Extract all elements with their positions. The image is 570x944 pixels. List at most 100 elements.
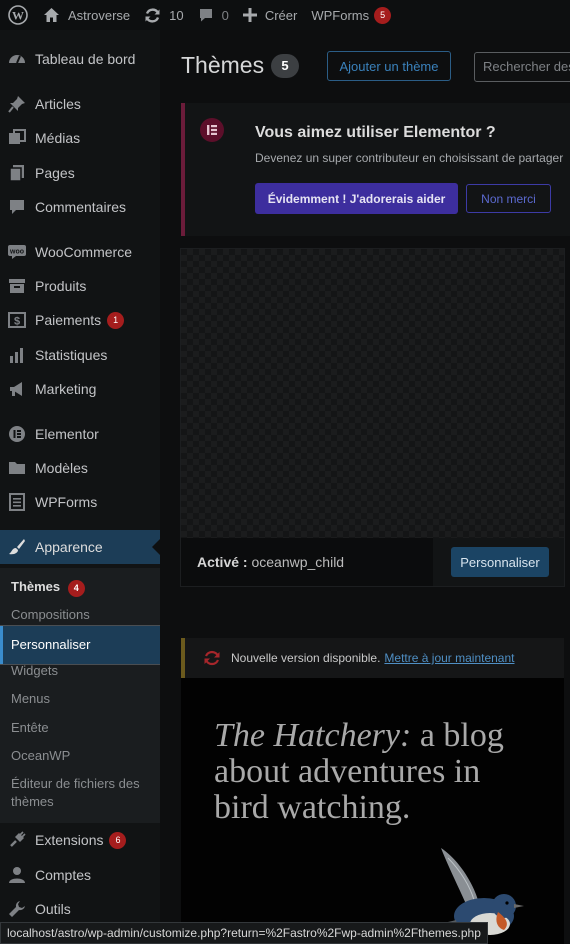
archive-icon <box>0 277 34 295</box>
sidebar-item-label: Produits <box>35 278 87 294</box>
wpforms-label: WPForms <box>311 7 370 23</box>
sidebar-item-label: Modèles <box>35 460 88 476</box>
extensions-badge: 6 <box>109 831 127 849</box>
theme-actions: Personnaliser <box>433 538 564 586</box>
pin-icon <box>0 95 34 113</box>
media-icon <box>0 129 34 147</box>
paiements-badge: 1 <box>107 311 125 329</box>
sidebar-item-label: Statistiques <box>35 347 108 363</box>
sidebar-item-woocommerce[interactable]: woo WooCommerce <box>0 235 160 269</box>
active-theme-name: oceanwp_child <box>251 554 345 570</box>
refresh-icon <box>144 7 161 24</box>
submenu-label: Thèmes <box>11 579 61 594</box>
plugin-icon <box>0 831 34 849</box>
decline-button[interactable]: Non merci <box>466 184 551 213</box>
elementor-icon <box>200 118 224 142</box>
notice-title: Vous aimez utiliser Elementor ? <box>255 124 496 141</box>
create-link[interactable]: Créer <box>236 0 305 30</box>
site-name: Astroverse <box>68 7 131 23</box>
search-themes-input[interactable]: Rechercher des thèmes... <box>474 52 570 82</box>
create-label: Créer <box>264 7 298 23</box>
submenu-item-widgets[interactable]: Widgets <box>0 662 160 680</box>
wrench-icon <box>0 900 34 918</box>
customize-button[interactable]: Personnaliser <box>451 547 549 577</box>
theme-screenshot-placeholder <box>181 249 564 538</box>
submenu-item-themes[interactable]: Thèmes 4 <box>0 578 160 597</box>
user-icon <box>0 866 34 884</box>
update-text: Nouvelle version disponible. <box>231 651 381 665</box>
update-now-link[interactable]: Mettre à jour maintenant <box>384 651 514 665</box>
admin-sidebar: Tableau de bord Articles Médias Pages Co… <box>0 30 161 944</box>
active-menu-arrow <box>152 539 160 555</box>
theme-footer: Activé : oceanwp_child Personnaliser <box>181 538 564 586</box>
chart-icon <box>0 346 34 364</box>
comments-link[interactable]: 0 <box>191 0 236 30</box>
active-theme-label: Activé : oceanwp_child <box>197 554 344 570</box>
sidebar-item-label: WPForms <box>35 494 98 510</box>
home-icon <box>43 7 60 23</box>
sidebar-item-statistiques[interactable]: Statistiques <box>0 338 160 372</box>
submenu-item-entete[interactable]: Entête <box>0 719 160 737</box>
main-content: Thèmes 5 Ajouter un thème Rechercher des… <box>160 30 570 944</box>
sidebar-item-paiements[interactable]: $ Paiements 1 <box>0 303 160 337</box>
sidebar-item-wpforms[interactable]: WPForms <box>0 485 160 519</box>
opt-in-button[interactable]: Évidemment ! J'adorerais aider <box>255 183 458 214</box>
sidebar-item-apparence[interactable]: Apparence <box>0 530 160 564</box>
updates-count: 10 <box>169 7 184 23</box>
sidebar-item-label: Pages <box>35 165 75 181</box>
themes-count-badge: 5 <box>271 54 299 78</box>
sidebar-item-label: Comptes <box>35 867 92 883</box>
sidebar-item-comptes[interactable]: Comptes <box>0 858 160 892</box>
payment-icon: $ <box>0 311 34 329</box>
submenu-item-menus[interactable]: Menus <box>0 690 160 708</box>
svg-text:woo: woo <box>9 249 24 256</box>
sidebar-item-label: Articles <box>35 96 81 112</box>
wpforms-link[interactable]: WPForms 5 <box>304 0 398 30</box>
woo-icon: woo <box>0 244 34 260</box>
sidebar-item-marketing[interactable]: Marketing <box>0 372 160 406</box>
brush-icon <box>0 538 34 556</box>
updates-link[interactable]: 10 <box>137 0 190 30</box>
pages-icon <box>0 164 34 182</box>
admin-bar: W Astroverse 10 0 Créer WPForms 5 <box>0 0 570 30</box>
site-name-link[interactable]: Astroverse <box>36 0 137 30</box>
sidebar-item-pages[interactable]: Pages <box>0 156 160 190</box>
hatchery-preview: The Hatchery: a blog about adventures in… <box>181 678 564 944</box>
comment-icon <box>198 7 214 23</box>
update-icon <box>203 649 221 667</box>
themes-badge: 4 <box>67 580 85 597</box>
wordpress-logo-icon[interactable]: W <box>0 0 36 30</box>
add-theme-button[interactable]: Ajouter un thème <box>327 51 451 81</box>
hatchery-headline: The Hatchery: a blog about adventures in… <box>214 718 514 826</box>
submenu-item-compositions[interactable]: Compositions <box>0 606 160 624</box>
browser-status-bar: localhost/astro/wp-admin/customize.php?r… <box>0 922 488 944</box>
sidebar-item-label: Outils <box>35 901 71 917</box>
active-prefix: Activé : <box>197 554 248 570</box>
theme-card-hatchery[interactable]: Nouvelle version disponible. Mettre à jo… <box>181 638 564 944</box>
hatchery-headline-italic: The Hatchery: <box>214 717 412 754</box>
submenu-item-personnaliser[interactable]: Personnaliser <box>0 625 161 665</box>
sidebar-item-elementor[interactable]: Elementor <box>0 417 160 451</box>
sidebar-item-outils[interactable]: Outils <box>0 892 160 926</box>
sidebar-item-extensions[interactable]: Extensions 6 <box>0 823 160 857</box>
active-theme-card[interactable]: Activé : oceanwp_child Personnaliser <box>180 248 565 587</box>
submenu-item-theme-editor[interactable]: Éditeur de fichiers des thèmes <box>0 775 140 811</box>
apparence-submenu: Thèmes 4 Compositions Personnaliser Widg… <box>0 568 161 823</box>
submenu-item-oceanwp[interactable]: OceanWP <box>0 747 160 765</box>
sidebar-item-label: Commentaires <box>35 199 127 215</box>
sidebar-item-medias[interactable]: Médias <box>0 121 160 155</box>
sidebar-item-produits[interactable]: Produits <box>0 269 160 303</box>
sidebar-item-articles[interactable]: Articles <box>0 87 160 121</box>
sidebar-item-label: WooCommerce <box>35 244 132 260</box>
sidebar-item-label: Apparence <box>35 539 103 555</box>
wpforms-badge: 5 <box>374 6 392 24</box>
sidebar-item-label: Paiements <box>35 312 102 328</box>
sidebar-item-label: Médias <box>35 130 81 146</box>
svg-text:W: W <box>12 9 24 23</box>
sidebar-item-dashboard[interactable]: Tableau de bord <box>0 42 160 76</box>
sidebar-item-label: Marketing <box>35 381 97 397</box>
form-icon <box>0 493 34 511</box>
sidebar-item-modeles[interactable]: Modèles <box>0 451 160 485</box>
sidebar-item-commentaires[interactable]: Commentaires <box>0 190 160 224</box>
megaphone-icon <box>0 380 34 398</box>
